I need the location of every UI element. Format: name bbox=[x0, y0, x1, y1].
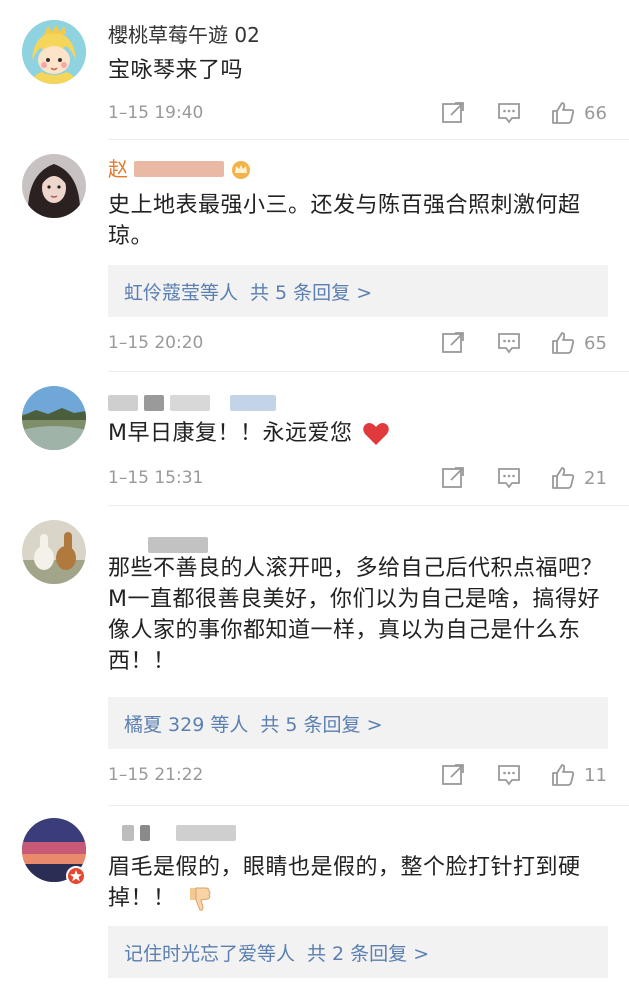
like-count: 66 bbox=[584, 102, 607, 124]
comment-meta: 1–15 20:20 65 bbox=[108, 329, 608, 357]
share-icon[interactable] bbox=[440, 465, 466, 491]
reply-summary[interactable]: 记住时光忘了爱等人 共 2 条回复 > bbox=[108, 926, 608, 978]
commenter-name-text: 赵 bbox=[108, 157, 128, 181]
crown-badge-icon bbox=[232, 161, 250, 179]
like-button[interactable]: 11 bbox=[550, 762, 608, 788]
comment-text: 那些不善良的人滚开吧，多给自己后代积点福吧？M一直都很善良美好，你们以为自己是啥… bbox=[108, 556, 604, 674]
avatar[interactable] bbox=[22, 520, 86, 584]
comment-item: 赵 史上地表最强小三。还发与陈百强合照刺激何超琼。 虹伶蔻莹等人 共 5 条回复… bbox=[0, 140, 629, 372]
comment-meta bbox=[108, 990, 608, 1000]
comment-text: M早日康复！！永远爱您 bbox=[108, 418, 608, 449]
reply-summary[interactable]: 虹伶蔻莹等人 共 5 条回复 > bbox=[108, 265, 608, 317]
avatar-alpaca-image bbox=[22, 520, 86, 584]
like-button[interactable]: 21 bbox=[550, 465, 608, 491]
like-icon bbox=[552, 467, 575, 489]
action-bar: 21 bbox=[440, 464, 608, 492]
like-count: 65 bbox=[584, 332, 607, 354]
like-icon bbox=[552, 102, 575, 124]
avatar-cartoon-image bbox=[22, 20, 86, 84]
action-bar: 66 bbox=[440, 99, 608, 127]
action-bar: 65 bbox=[440, 329, 608, 357]
heart-emoji bbox=[363, 423, 390, 445]
comment-text: 眉毛是假的，眼睛也是假的，整个脸打针打到硬掉！！ bbox=[108, 852, 608, 914]
timestamp: 1–15 20:20 bbox=[108, 333, 204, 353]
thumbs-down-emoji bbox=[189, 887, 211, 911]
comment-text: 宝咏琴来了吗 bbox=[108, 58, 244, 83]
reply-count-link: 共 5 条回复 > bbox=[260, 713, 383, 736]
action-bar: 11 bbox=[440, 761, 608, 789]
like-button[interactable]: 65 bbox=[550, 330, 608, 356]
reply-authors: 记住时光忘了爱等人 bbox=[124, 942, 296, 965]
like-count: 21 bbox=[584, 467, 607, 489]
comment-icon[interactable] bbox=[496, 465, 522, 491]
vip-badge-icon bbox=[66, 866, 86, 886]
avatar-landscape-image bbox=[22, 386, 86, 450]
reply-count-link: 共 2 条回复 > bbox=[307, 942, 430, 965]
comment-text-content: 眉毛是假的，眼睛也是假的，整个脸打针打到硬掉！！ bbox=[108, 855, 581, 911]
reply-count-link: 共 5 条回复 > bbox=[250, 281, 373, 304]
commenter-name-text: 櫻桃草莓午遊 02 bbox=[108, 23, 260, 47]
share-icon[interactable] bbox=[440, 762, 466, 788]
timestamp: 1–15 21:22 bbox=[108, 765, 204, 785]
share-icon[interactable] bbox=[440, 330, 466, 356]
comment-text: 史上地表最强小三。还发与陈百强合照刺激何超琼。 bbox=[108, 193, 581, 249]
like-icon bbox=[552, 332, 575, 354]
commenter-name[interactable] bbox=[108, 390, 282, 416]
avatar[interactable] bbox=[22, 154, 86, 218]
reply-summary[interactable]: 橘夏 329 等人 共 5 条回复 > bbox=[108, 697, 608, 749]
reply-authors: 虹伶蔻莹等人 bbox=[124, 281, 239, 304]
like-button[interactable]: 66 bbox=[550, 100, 608, 126]
timestamp: 1–15 19:40 bbox=[108, 103, 204, 123]
comment-item: 那些不善良的人滚开吧，多给自己后代积点福吧？M一直都很善良美好，你们以为自己是啥… bbox=[0, 506, 629, 806]
comment-item: M早日康复！！永远爱您 1–15 15:31 21 bbox=[0, 372, 629, 506]
like-count: 11 bbox=[584, 764, 607, 786]
comment-item: 眉毛是假的，眼睛也是假的，整个脸打针打到硬掉！！ 记住时光忘了爱等人 共 2 条… bbox=[0, 806, 629, 1000]
comment-icon[interactable] bbox=[496, 100, 522, 126]
timestamp: 1–15 15:31 bbox=[108, 468, 204, 488]
comment-icon[interactable] bbox=[496, 762, 522, 788]
avatar-photo-image bbox=[22, 154, 86, 218]
share-icon[interactable] bbox=[440, 100, 466, 126]
comment-icon[interactable] bbox=[496, 330, 522, 356]
comment-meta: 1–15 15:31 21 bbox=[108, 464, 608, 492]
reply-authors: 橘夏 329 等人 bbox=[124, 713, 249, 736]
commenter-name[interactable]: 赵 bbox=[108, 156, 252, 182]
commenter-name[interactable] bbox=[108, 820, 242, 846]
comment-item: 櫻桃草莓午遊 02 宝咏琴来了吗 1–15 19:40 66 bbox=[0, 0, 629, 140]
avatar[interactable] bbox=[22, 386, 86, 450]
comment-text-content: M早日康复！！永远爱您 bbox=[108, 421, 353, 446]
comment-meta: 1–15 19:40 66 bbox=[108, 99, 608, 127]
avatar[interactable] bbox=[22, 20, 86, 84]
comment-meta: 1–15 21:22 11 bbox=[108, 761, 608, 789]
commenter-name[interactable]: 櫻桃草莓午遊 02 bbox=[108, 22, 260, 48]
like-icon bbox=[552, 764, 575, 786]
